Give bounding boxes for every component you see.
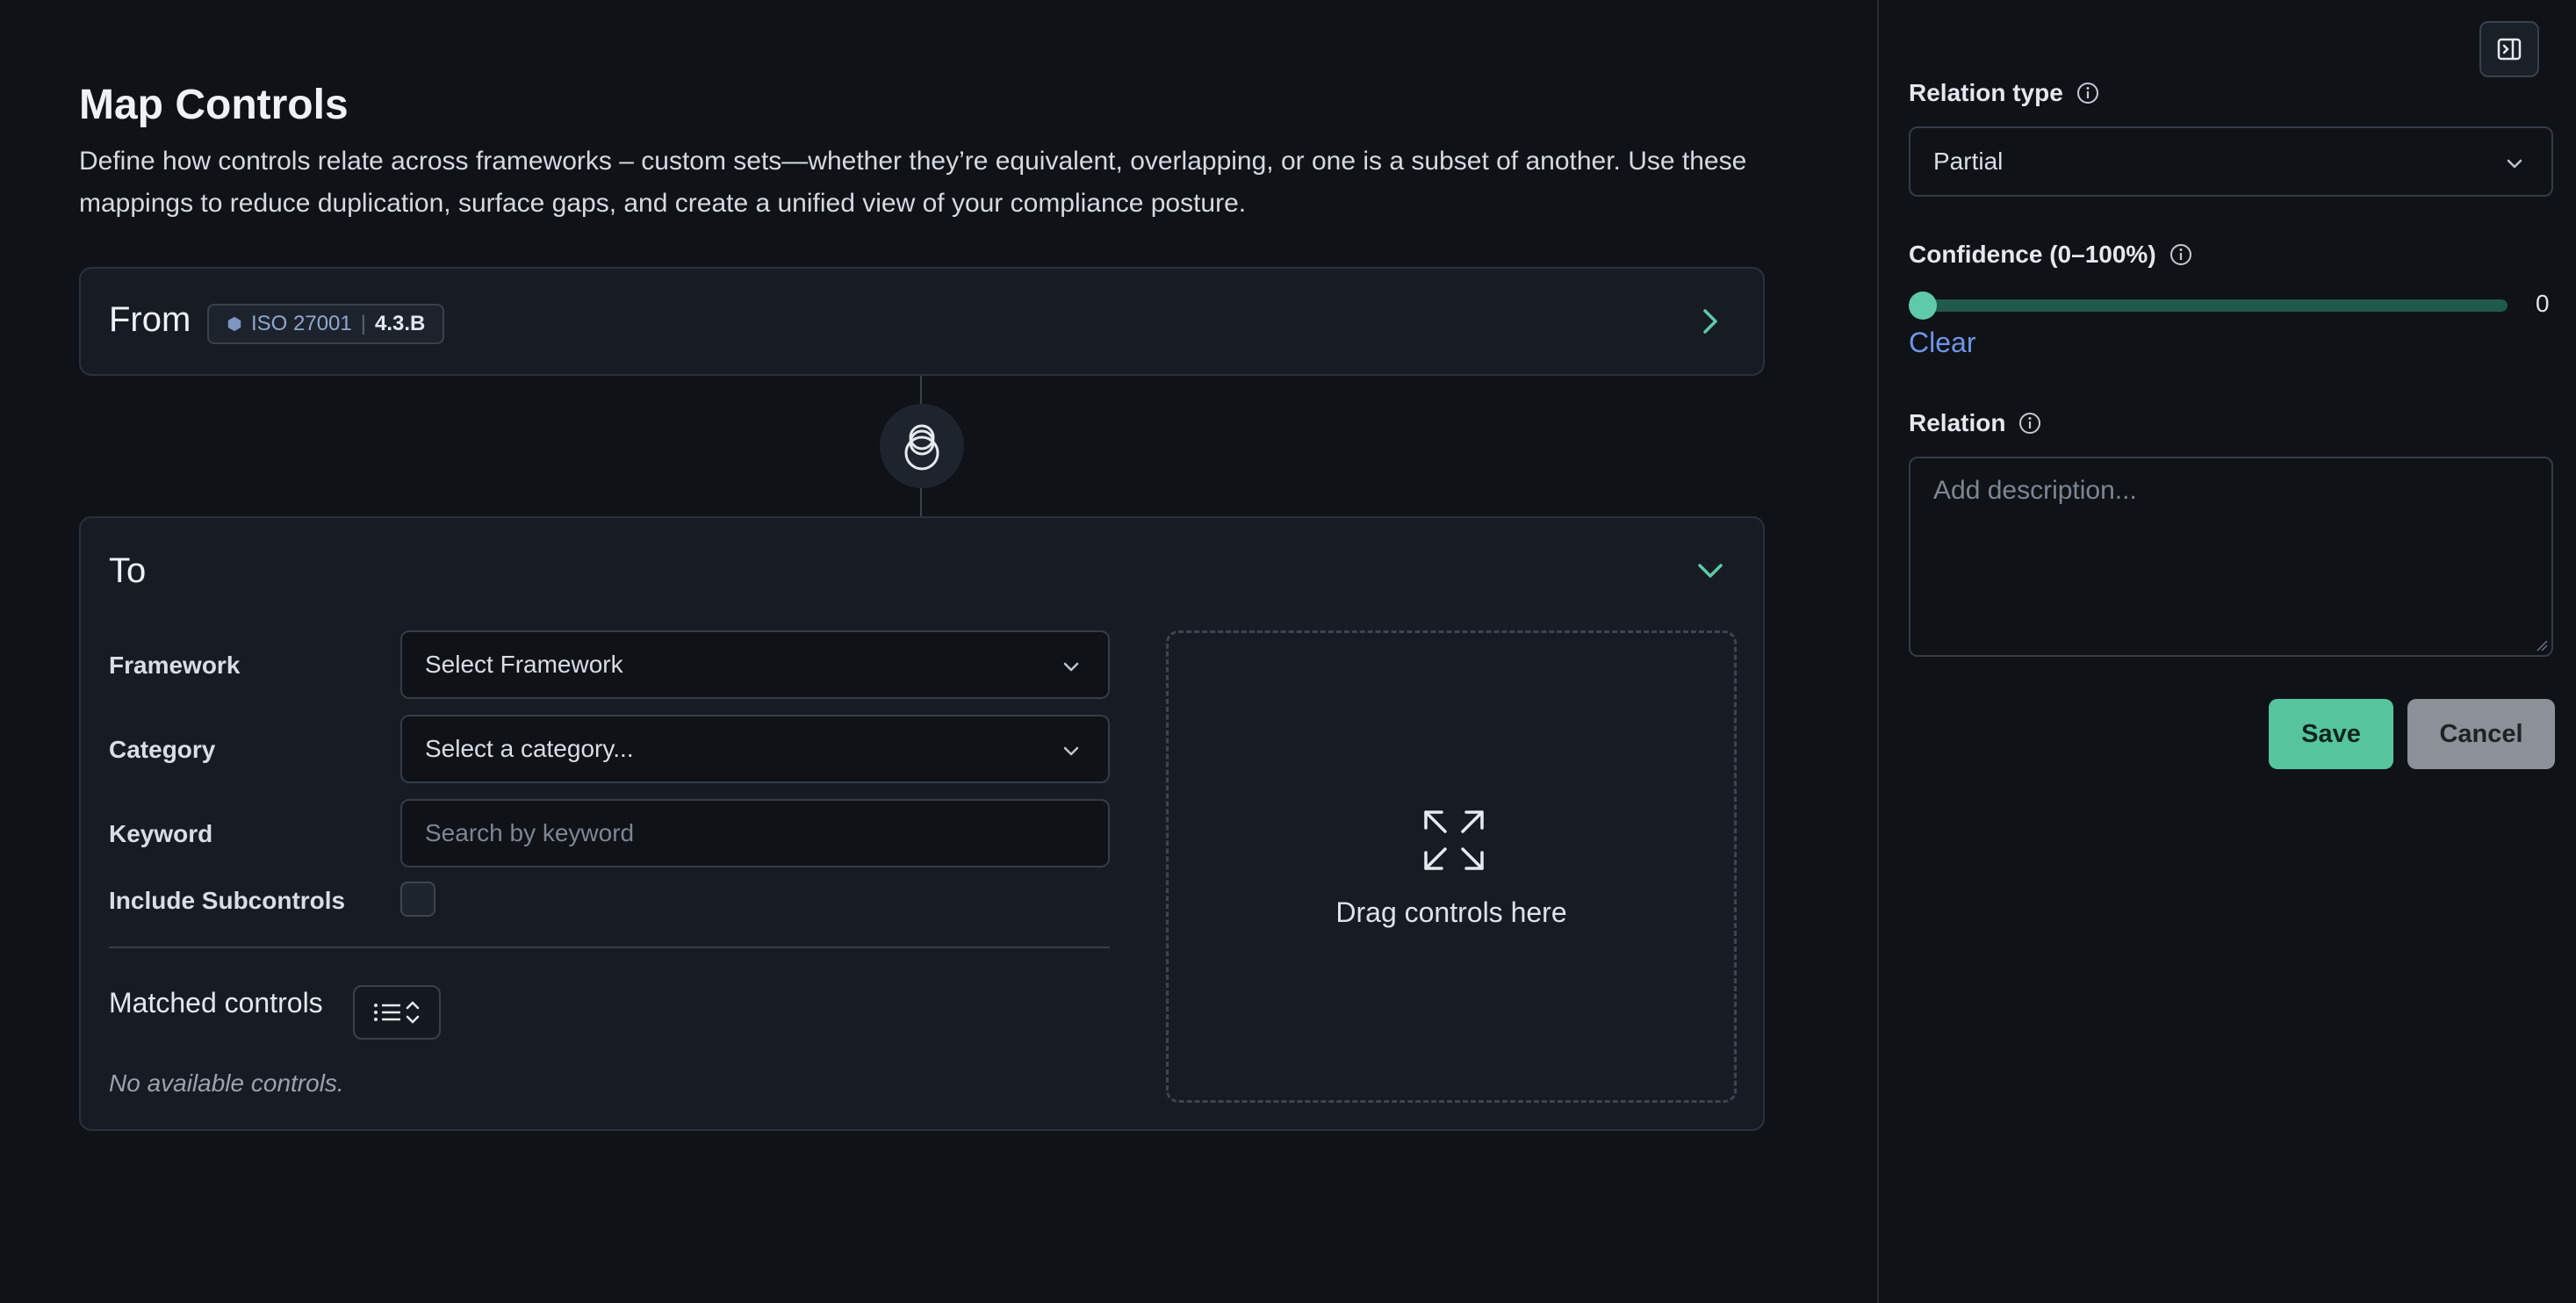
source-control-badge: ISO 27001 | 4.3.B: [207, 304, 445, 344]
relation-text: Relation: [1909, 409, 2006, 436]
resize-grip-icon[interactable]: [2534, 637, 2548, 652]
include-subcontrols-label: Include Subcontrols: [109, 887, 346, 914]
drop-zone-text: Drag controls here: [1335, 896, 1567, 928]
framework-hexagon-icon: [227, 316, 241, 332]
panel-toggle-button[interactable]: [2479, 21, 2539, 77]
relation-type-select[interactable]: Partial: [1909, 126, 2553, 197]
clear-link[interactable]: Clear: [1909, 327, 1975, 359]
framework-select-value: Select Framework: [425, 651, 623, 678]
chevron-down-icon: [1063, 746, 1079, 756]
matched-controls-label: Matched controls: [109, 987, 323, 1019]
relation-type-text: Relation type: [1909, 79, 2063, 106]
relation-type-value: Partial: [1933, 148, 2004, 175]
drop-zone[interactable]: Drag controls here: [1166, 630, 1737, 1103]
sidebar-panel-icon: [2497, 38, 2522, 61]
category-select-value: Select a category...: [425, 735, 634, 762]
no-controls-message: No available controls.: [109, 1069, 344, 1097]
info-icon[interactable]: [2169, 242, 2193, 267]
page-title: Map Controls: [79, 82, 349, 128]
category-select[interactable]: Select a category...: [400, 715, 1110, 783]
confidence-slider-thumb[interactable]: [1909, 292, 1937, 320]
overlap-circles-icon: [904, 424, 939, 471]
connector-line-top: [920, 376, 922, 404]
chevron-down-icon: [2507, 159, 2522, 169]
chevron-right-icon[interactable]: [1693, 304, 1728, 339]
confidence-text: Confidence (0–100%): [1909, 241, 2156, 268]
confidence-value: 0: [2536, 290, 2550, 317]
relation-label: Relation: [1909, 409, 2042, 437]
include-subcontrols-checkbox[interactable]: [400, 882, 435, 917]
framework-label: Framework: [109, 652, 241, 679]
relation-type-label: Relation type: [1909, 79, 2100, 107]
page-description: Define how controls relate across framew…: [79, 147, 1747, 218]
divider: [109, 947, 1110, 948]
chevron-down-icon[interactable]: [1693, 553, 1728, 588]
cancel-button[interactable]: Cancel: [2407, 699, 2555, 769]
relation-panel: Relation type Partial Confidence (0–100%…: [1877, 0, 2576, 1303]
list-sort-toggle-button[interactable]: [353, 985, 441, 1040]
info-icon[interactable]: [2018, 411, 2042, 436]
keyword-search-input[interactable]: Search by keyword: [400, 799, 1110, 867]
confidence-label: Confidence (0–100%): [1909, 241, 2193, 269]
map-controls-app: Map Controls Define how controls relate …: [0, 0, 2576, 1303]
confidence-slider-track[interactable]: [1921, 299, 2508, 312]
relation-description-textarea[interactable]: Add description...: [1909, 457, 2553, 657]
save-button[interactable]: Save: [2269, 699, 2393, 769]
category-label: Category: [109, 736, 216, 763]
to-card: To Framework Select Framework Category S…: [79, 516, 1765, 1131]
relation-placeholder: Add description...: [1933, 476, 2137, 505]
list-collapse-icon: [374, 1001, 420, 1024]
framework-select[interactable]: Select Framework: [400, 630, 1110, 699]
main-area: Map Controls Define how controls relate …: [0, 0, 1877, 1303]
chevron-down-icon: [1063, 662, 1079, 672]
badge-framework: ISO 27001: [251, 312, 352, 335]
badge-separator: |: [360, 312, 366, 335]
expand-arrows-icon: [1424, 810, 1484, 870]
to-label: To: [109, 551, 147, 590]
badge-control-code: 4.3.B: [374, 312, 426, 335]
keyword-label: Keyword: [109, 820, 213, 847]
from-label: From: [109, 300, 191, 339]
keyword-placeholder: Search by keyword: [425, 819, 635, 846]
from-card[interactable]: From ISO 27001 | 4.3.B: [79, 267, 1765, 376]
connector-line-bottom: [920, 488, 922, 516]
info-icon[interactable]: [2076, 81, 2100, 105]
relation-node: [880, 404, 964, 488]
